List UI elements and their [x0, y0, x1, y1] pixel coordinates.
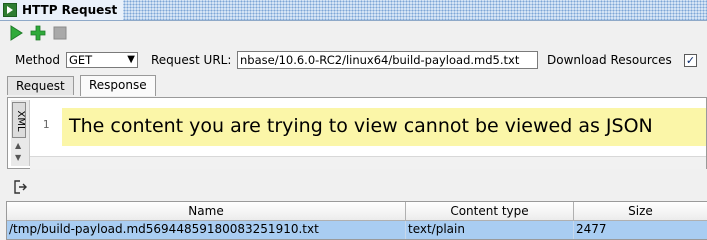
resources-table: Name Content type Size /tmp/build-payloa…	[6, 201, 707, 240]
line-number: 1	[42, 118, 50, 131]
add-icon	[30, 25, 46, 41]
tab-request[interactable]: Request	[7, 76, 74, 95]
column-header-name[interactable]: Name	[7, 202, 406, 221]
play-button[interactable]	[7, 23, 25, 43]
method-label: Method	[15, 53, 61, 67]
export-icon	[14, 180, 27, 194]
stop-button[interactable]	[51, 23, 69, 43]
window-title: HTTP Request	[22, 3, 118, 17]
add-button[interactable]	[29, 23, 47, 43]
method-value: GET	[69, 53, 93, 67]
xml-mode-tab[interactable]: XML	[12, 102, 26, 138]
editor-side-panel: XML ▲ ▼	[11, 100, 30, 166]
xml-mode-label: XML	[15, 110, 26, 132]
play-icon	[10, 25, 23, 41]
response-content: The content you are trying to view canno…	[69, 115, 653, 137]
export-button[interactable]	[14, 180, 28, 194]
response-editor: XML ▲ ▼ 1 The content you are trying to …	[7, 97, 707, 169]
method-select[interactable]: GET ▼	[66, 52, 138, 68]
scroll-down-icon[interactable]: ▼	[15, 153, 21, 162]
column-header-size[interactable]: Size	[574, 202, 707, 221]
url-label: Request URL:	[151, 53, 232, 67]
url-input[interactable]: nbase/10.6.0-RC2/linux64/build-payload.m…	[237, 51, 538, 69]
tab-bar: Request Response	[0, 75, 707, 96]
table-row[interactable]: /tmp/build-payload.md5694485918008325191…	[7, 221, 707, 239]
editor-horizontal-scrollbar[interactable]	[30, 156, 706, 169]
highlighted-line: The content you are trying to view canno…	[62, 108, 706, 146]
cell-content-type: text/plain	[406, 221, 574, 239]
http-request-icon	[3, 3, 17, 17]
cell-name: /tmp/build-payload.md5694485918008325191…	[8, 221, 406, 239]
scroll-up-icon[interactable]: ▲	[15, 141, 21, 150]
request-form: Method GET ▼ Request URL: nbase/10.6.0-R…	[0, 50, 707, 72]
title-bar: HTTP Request	[0, 0, 707, 21]
stop-icon	[53, 26, 67, 40]
download-resources-label: Download Resources	[547, 53, 672, 67]
chevron-down-icon: ▼	[127, 54, 135, 65]
column-header-content-type[interactable]: Content type	[406, 202, 574, 221]
cell-size: 2477	[576, 222, 607, 236]
toolbar	[0, 23, 707, 45]
title-area: HTTP Request	[0, 0, 124, 20]
download-resources-checkbox[interactable]: ✓	[684, 54, 697, 67]
tab-response[interactable]: Response	[80, 75, 156, 96]
